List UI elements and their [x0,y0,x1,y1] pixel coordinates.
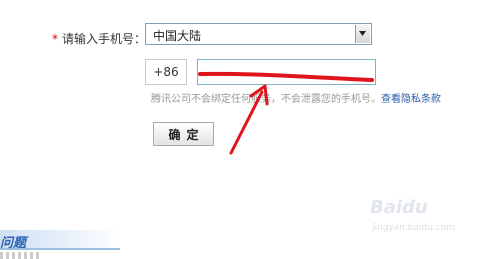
phone-label: * 请输入手机号： [52,30,146,47]
region-select-value: 中国大陆 [153,29,202,43]
dropdown-button[interactable] [355,25,370,43]
confirm-button[interactable]: 确定 [153,122,214,146]
region-select[interactable]: 中国大陆 [145,23,372,45]
privacy-hint-text: 腾讯公司不会绑定任何服务，不会泄露您的手机号。 [151,94,381,105]
phone-label-text: 请输入手机号： [62,32,147,46]
watermark-logo: Baidu [370,197,428,218]
privacy-policy-link[interactable]: 查看隐私条款 [381,94,441,105]
phone-input[interactable] [197,59,376,85]
required-mark: * [52,32,58,46]
country-code: +86 [145,59,187,85]
chevron-down-icon [359,31,366,36]
section-title: 问题 [0,236,27,251]
privacy-hint: 腾讯公司不会绑定任何服务，不会泄露您的手机号。查看隐私条款 [151,90,441,105]
divider [0,252,40,259]
watermark: Baidu jingyan.baidu.com [370,197,470,249]
watermark-text: jingyan.baidu.com [372,223,456,233]
